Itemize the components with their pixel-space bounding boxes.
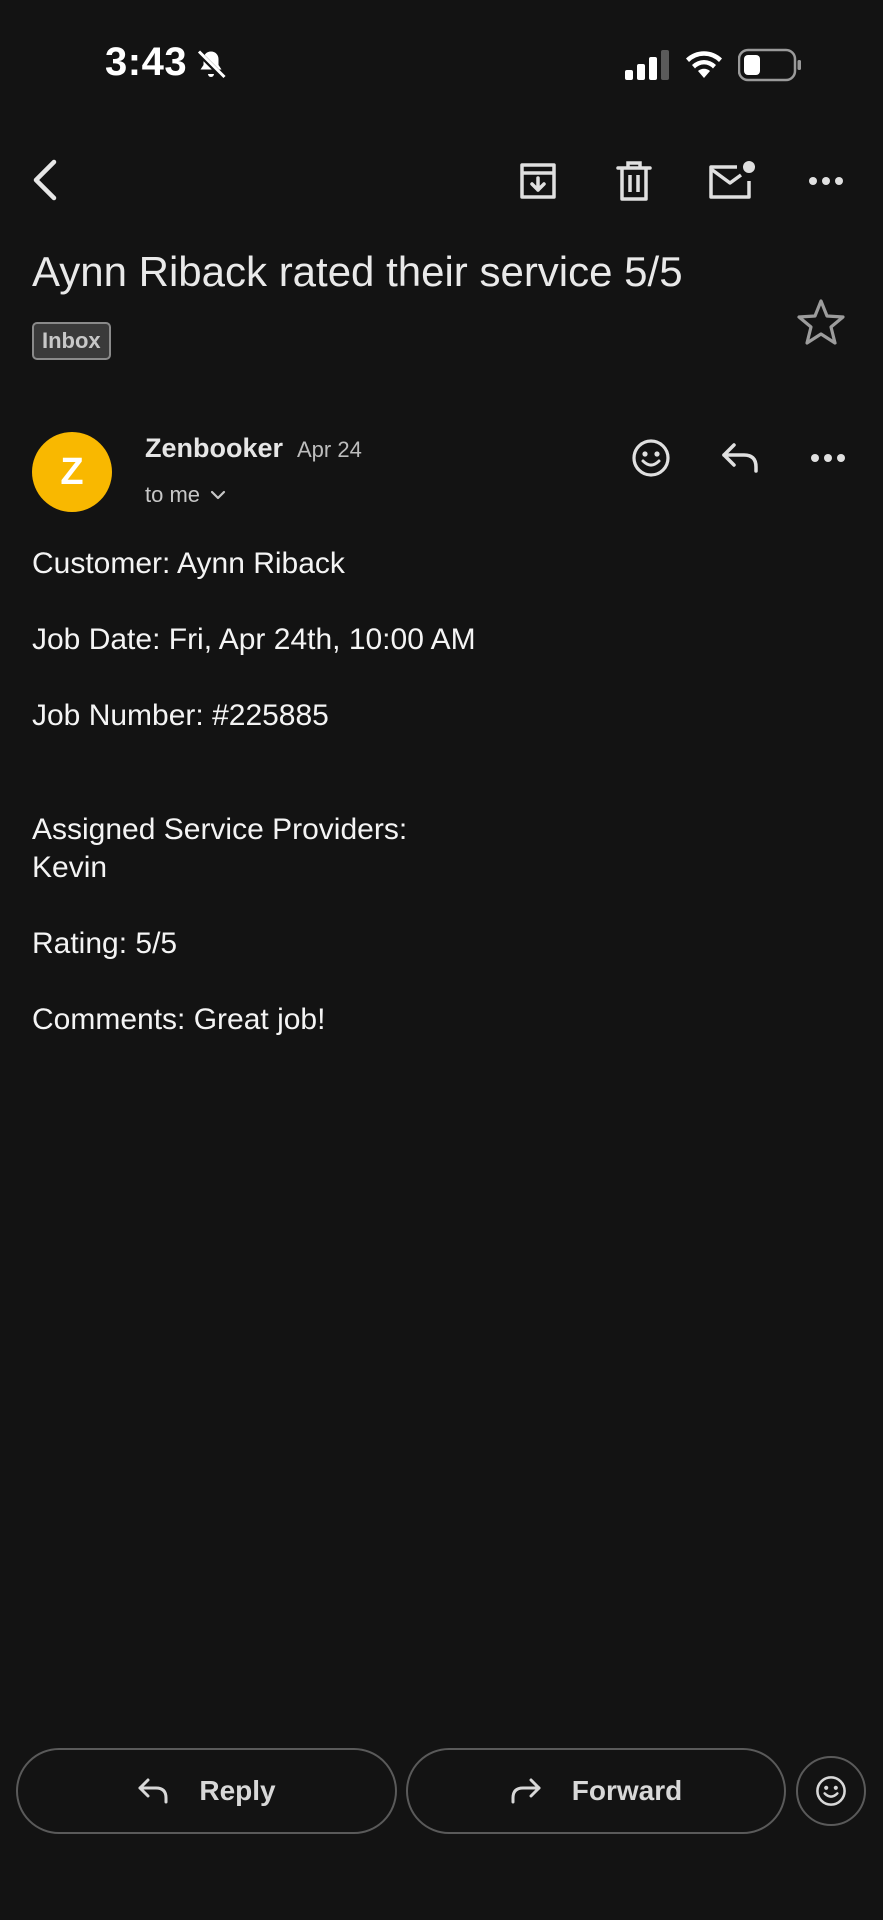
- reply-button[interactable]: Reply: [16, 1748, 397, 1834]
- providers-heading: Assigned Service Providers:: [32, 813, 408, 846]
- mark-unread-icon: [709, 161, 755, 199]
- archive-icon: [520, 163, 556, 199]
- job-date-line: Job Date: Fri, Apr 24th, 10:00 AM: [32, 623, 476, 656]
- star-icon: [797, 299, 845, 345]
- trash-icon: [616, 161, 652, 201]
- sender-name: Zenbooker: [145, 433, 284, 463]
- emoji-reaction-button[interactable]: [796, 1756, 866, 1826]
- rating-line: Rating: 5/5: [32, 927, 178, 960]
- delete-button[interactable]: [608, 155, 660, 207]
- reply-icon: [138, 1778, 168, 1804]
- forward-icon: [511, 1778, 541, 1804]
- signal-icon: [625, 50, 671, 80]
- reply-icon-button[interactable]: [716, 435, 764, 481]
- archive-button[interactable]: [512, 155, 564, 207]
- bell-slash-icon: [193, 47, 229, 83]
- forward-label: Forward: [571, 1775, 683, 1806]
- add-reaction-button[interactable]: [628, 435, 674, 481]
- provider-name: Kevin: [32, 851, 108, 884]
- smiley-icon: [816, 1776, 846, 1806]
- mark-unread-button[interactable]: [704, 155, 760, 207]
- reply-label: Reply: [199, 1775, 276, 1806]
- customer-line: Customer: Aynn Riback: [32, 547, 345, 580]
- email-date: Apr 24: [297, 437, 362, 462]
- more-horizontal-icon: [809, 177, 843, 185]
- battery-icon: [737, 48, 802, 82]
- wifi-icon: [685, 48, 723, 80]
- email-body: Customer: Aynn Riback Job Date: Fri, Apr…: [32, 545, 476, 1039]
- recipient-label: to me: [145, 482, 201, 507]
- comments-line: Comments: Great job!: [32, 1003, 326, 1036]
- sender-avatar[interactable]: Z: [32, 432, 112, 512]
- email-subject: Aynn Riback rated their service 5/5: [32, 248, 683, 295]
- smiley-icon: [632, 439, 670, 477]
- back-button[interactable]: [20, 150, 70, 210]
- reply-icon: [722, 443, 758, 473]
- back-arrow-icon: [33, 159, 57, 201]
- job-number-line: Job Number: #225885: [32, 699, 329, 732]
- recipient-details-toggle[interactable]: to me: [145, 482, 226, 508]
- more-horizontal-icon: [811, 454, 845, 462]
- status-time: 3:43: [105, 40, 188, 84]
- forward-button[interactable]: Forward: [406, 1748, 786, 1834]
- chevron-down-icon: [210, 490, 226, 500]
- star-button[interactable]: [792, 294, 850, 350]
- more-options-button[interactable]: [800, 155, 852, 207]
- message-more-button[interactable]: [804, 435, 852, 481]
- inbox-label-chip[interactable]: Inbox: [32, 322, 111, 360]
